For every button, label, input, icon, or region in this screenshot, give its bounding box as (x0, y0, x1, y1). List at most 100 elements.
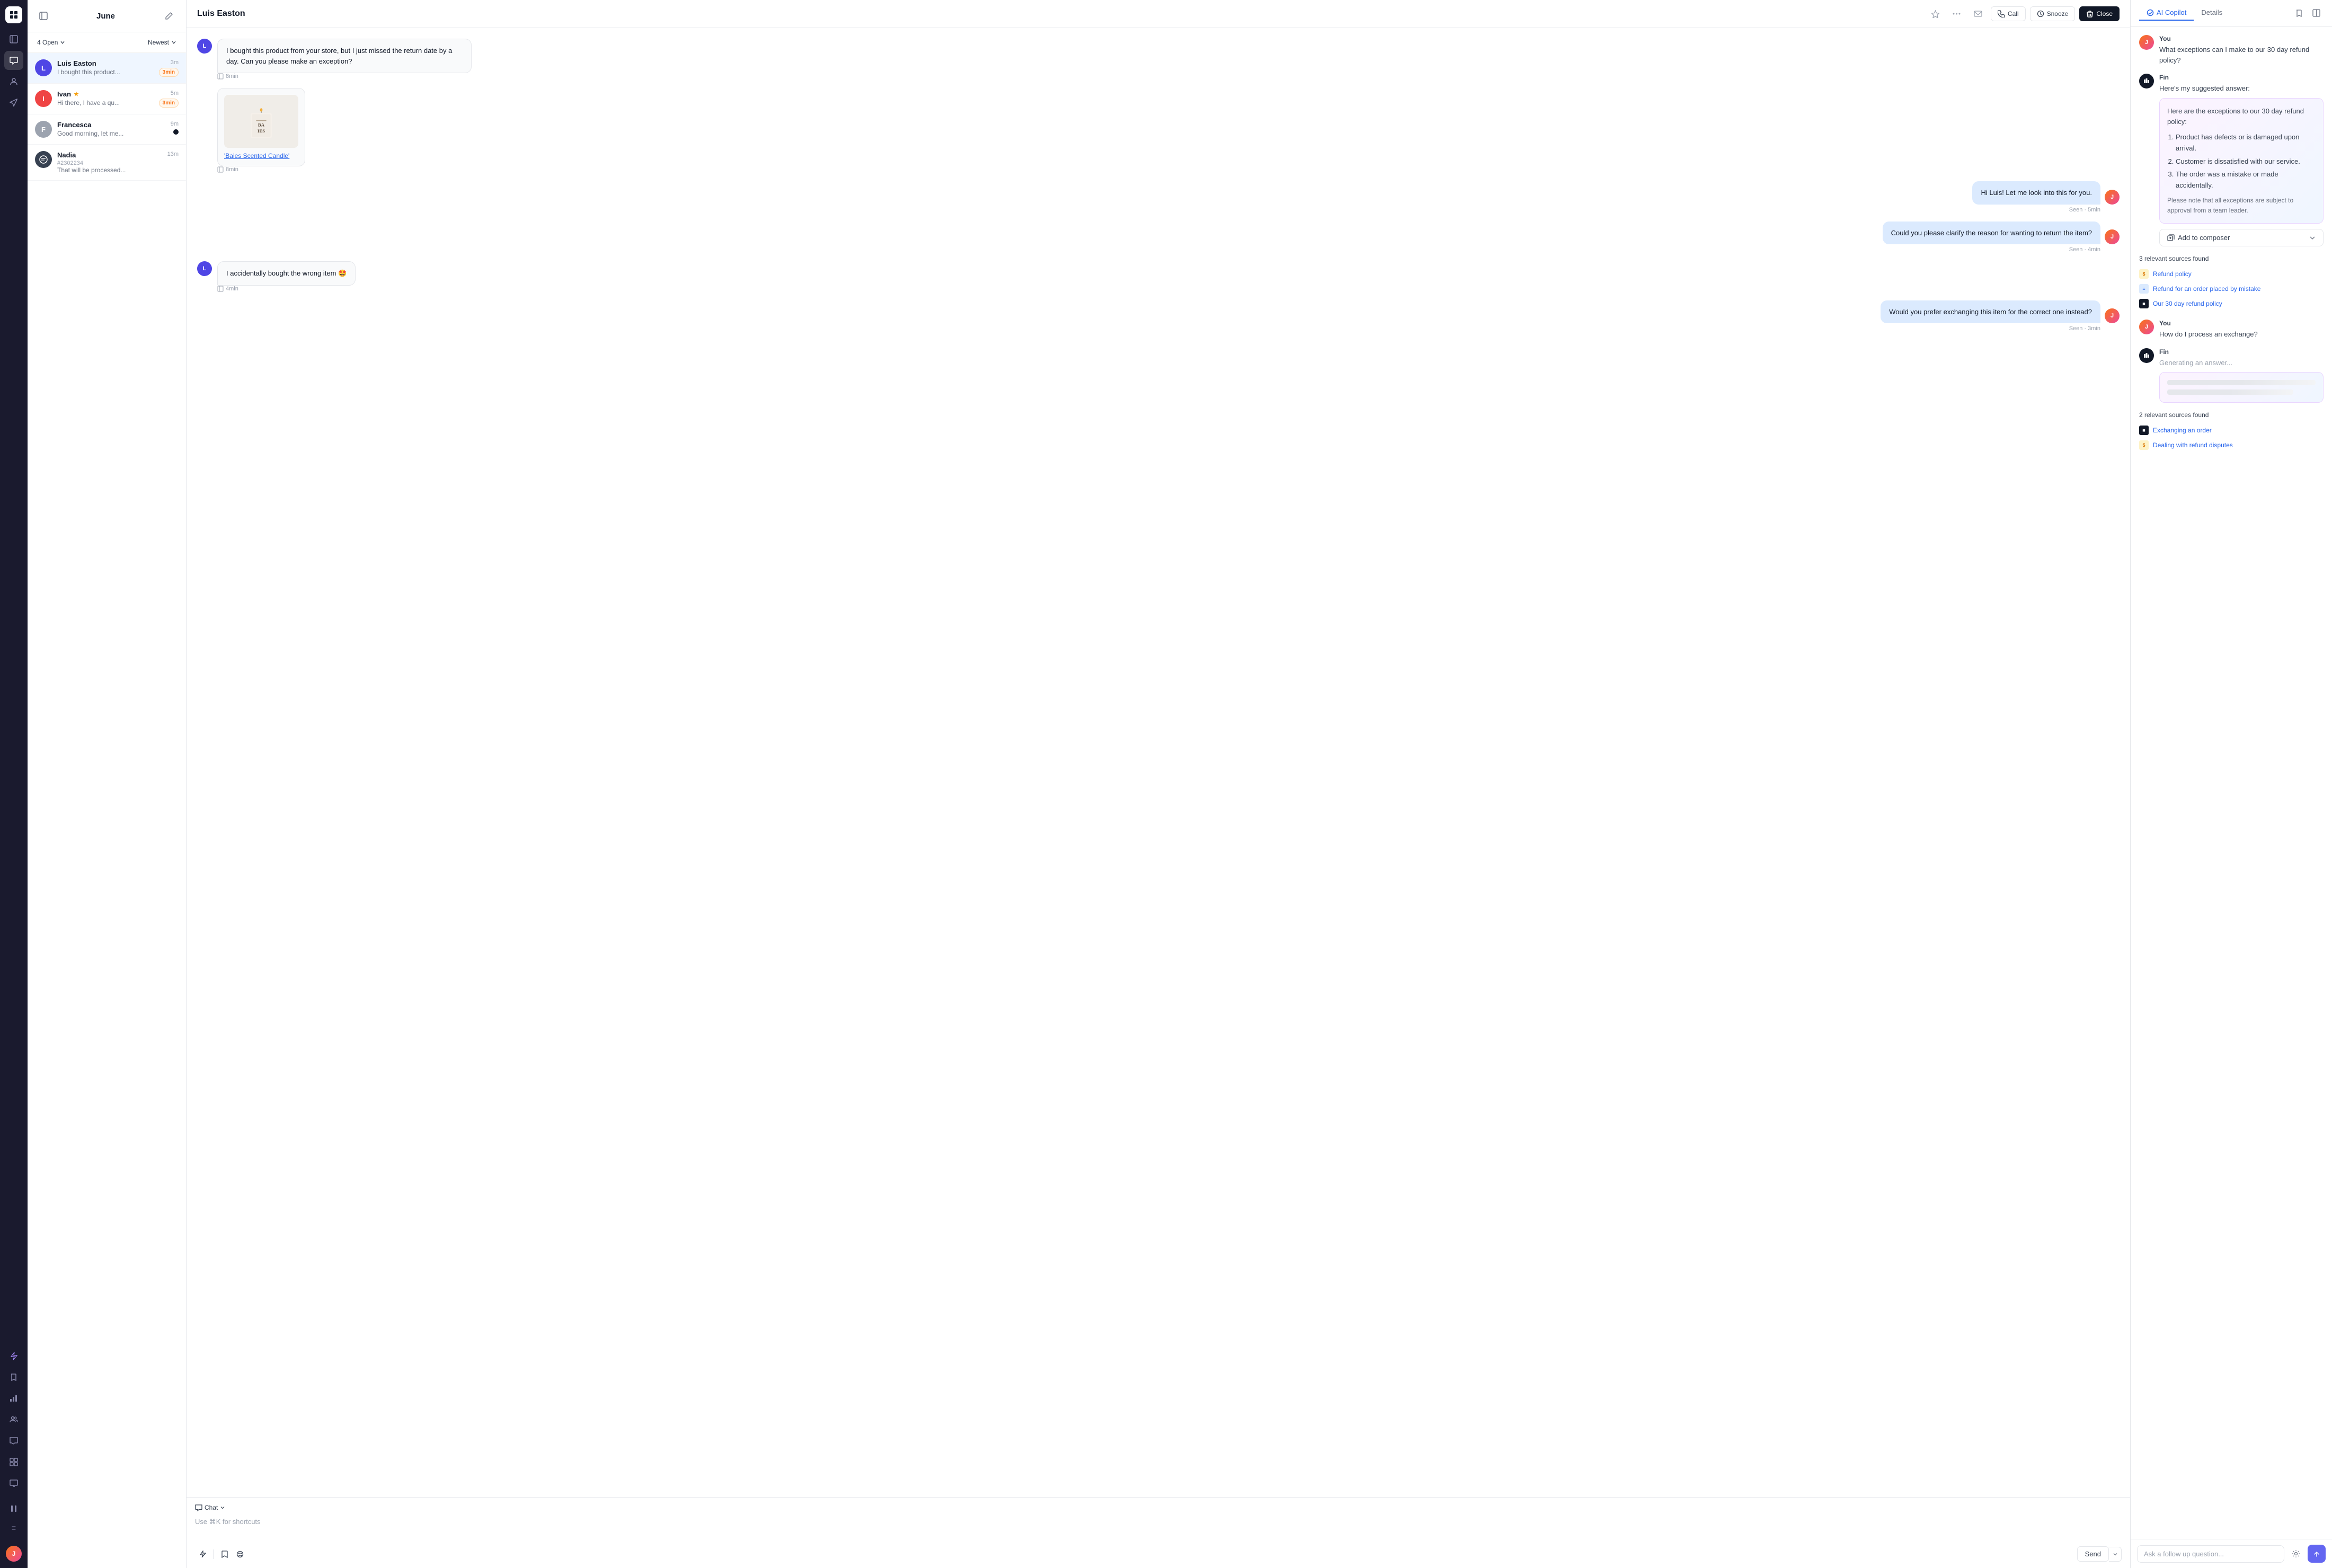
star-icon: ★ (74, 91, 79, 98)
nav-item-messages[interactable] (4, 1431, 23, 1450)
ai-suggestion-list: Product has defects or is damaged upon a… (2176, 132, 2316, 191)
product-image: BA ÏES (224, 95, 298, 148)
conv-item-ivan[interactable]: I Ivan ★ Hi there, I have a qu... 5m 3mi… (28, 84, 186, 114)
ai-user-avatar-2: J (2139, 320, 2154, 334)
toolbar-divider (213, 1549, 214, 1559)
conv-avatar-luis: L (35, 59, 52, 76)
ai-followup-input[interactable] (2137, 1545, 2284, 1563)
send-button[interactable]: Send (2077, 1546, 2109, 1562)
tab-details[interactable]: Details (2194, 5, 2230, 21)
ai-panel-icon-group (2292, 6, 2324, 21)
app-title: June (96, 12, 115, 21)
nav-item-users[interactable] (4, 1410, 23, 1429)
sort-filter-button[interactable]: Newest (145, 37, 180, 48)
send-dropdown-button[interactable] (2109, 1547, 2122, 1562)
ai-layout-icon[interactable] (2309, 6, 2324, 21)
conv-content-francesca: Francesca Good morning, let me... (57, 121, 165, 137)
sources-section-2: 2 relevant sources found ■ Exchanging an… (2139, 411, 2324, 453)
ai-content: J You What exceptions can I make to our … (2131, 26, 2332, 1539)
msg-avatar-luis-1: L (197, 39, 212, 54)
source-item-refund-mistake[interactable]: ≡ Refund for an order placed by mistake (2139, 281, 2324, 296)
edit-icon-button[interactable] (161, 7, 178, 24)
bubble-6: Would you prefer exchanging this item fo… (1881, 300, 2100, 324)
call-button[interactable]: m1 Call (1991, 6, 2026, 21)
filter-row: 4 Open Newest (28, 32, 186, 53)
bubble-5: I accidentally bought the wrong item 🤩 (217, 261, 356, 286)
msg-avatar-agent-3: J (2105, 308, 2120, 323)
lightning-icon[interactable] (195, 1547, 210, 1562)
conv-item-luis[interactable]: L Luis Easton I bought this product... 3… (28, 53, 186, 84)
user-avatar[interactable]: J (6, 1546, 22, 1562)
ai-book-icon[interactable] (2292, 6, 2307, 21)
composer-tools: Send (195, 1546, 2122, 1562)
composer-header: Chat (195, 1504, 2122, 1511)
source-item-refund-disputes[interactable]: $ Dealing with refund disputes (2139, 438, 2324, 453)
chat-user-name: Luis Easton (197, 9, 245, 19)
ai-msg-fin-2: Fin Generating an answer... (2139, 348, 2324, 403)
bubble-1: I bought this product from your store, b… (217, 39, 472, 73)
chat-area: Luis Easton m1 Call Snooze (187, 0, 2131, 1568)
nav-item-pause[interactable] (4, 1499, 23, 1518)
msg-avatar-luis-2: L (197, 261, 212, 276)
bookmark-icon[interactable] (217, 1547, 232, 1562)
ai-settings-button[interactable] (2289, 1546, 2303, 1561)
ai-tabs: AI Copilot Details (2139, 5, 2230, 21)
conv-content-ivan: Ivan ★ Hi there, I have a qu... (57, 90, 154, 107)
sidebar-toggle-button[interactable] (36, 8, 51, 23)
nav-item-sidebar[interactable] (4, 30, 23, 49)
composer-icon-group (195, 1547, 247, 1562)
ai-footer (2131, 1539, 2332, 1568)
star-button[interactable] (1927, 5, 1944, 22)
add-to-composer-button[interactable]: Add to composer (2159, 229, 2324, 246)
app-logo[interactable] (5, 6, 22, 23)
ai-fin-avatar-1 (2139, 74, 2154, 88)
source-item-exchange[interactable]: ■ Exchanging an order (2139, 423, 2324, 438)
msg-avatar-agent-1: J (2105, 190, 2120, 205)
composer-type-selector[interactable]: Chat (195, 1504, 225, 1511)
product-card: BA ÏES 'Baies Scented Candle' (217, 88, 305, 166)
msg-outgoing-1: Hi Luis! Let me look into this for you. … (197, 181, 2120, 213)
nav-item-contacts[interactable] (4, 72, 23, 91)
close-button[interactable]: Close (2079, 6, 2120, 21)
source-icon-yellow-2: $ (2139, 440, 2149, 450)
chat-composer: Chat Use ⌘K for shortcuts (187, 1497, 2130, 1568)
conv-item-francesca[interactable]: F Francesca Good morning, let me... 9m (28, 114, 186, 145)
conv-content-luis: Luis Easton I bought this product... (57, 59, 154, 76)
chat-actions: m1 Call Snooze Close (1927, 5, 2120, 22)
nav-item-send[interactable] (4, 93, 23, 112)
bubble-4: Could you please clarify the reason for … (1883, 222, 2100, 245)
source-icon-blue-1: ≡ (2139, 284, 2149, 294)
ai-panel-header: AI Copilot Details (2131, 0, 2332, 26)
nav-item-monitor[interactable] (4, 1474, 23, 1493)
email-button[interactable] (1970, 5, 1987, 22)
ai-send-button[interactable] (2308, 1545, 2326, 1563)
composer-input-area[interactable]: Use ⌘K for shortcuts (195, 1516, 2122, 1542)
source-item-refund-policy[interactable]: $ Refund policy (2139, 267, 2324, 281)
msg-product-card: BA ÏES 'Baies Scented Candle' (197, 88, 2120, 173)
conv-badge-luis: 3min (159, 68, 179, 77)
msg-outgoing-3: Would you prefer exchanging this item fo… (197, 300, 2120, 332)
snooze-button[interactable]: Snooze (2030, 6, 2076, 21)
msg-outgoing-2: Could you please clarify the reason for … (197, 222, 2120, 253)
nav-item-menu[interactable]: ≡ (4, 1518, 23, 1537)
more-button[interactable] (1948, 5, 1965, 22)
emoji-icon[interactable] (233, 1547, 247, 1562)
nav-item-inbox[interactable] (4, 51, 23, 70)
source-icon-dark-1: ■ (2139, 299, 2149, 308)
chat-messages: L I bought this product from your store,… (187, 28, 2130, 1497)
conv-avatar-nadia (35, 151, 52, 168)
msg-avatar-agent-2: J (2105, 229, 2120, 244)
product-name[interactable]: 'Baies Scented Candle' (224, 152, 298, 160)
tab-ai-copilot[interactable]: AI Copilot (2139, 5, 2194, 21)
open-filter-button[interactable]: 4 Open (34, 37, 68, 48)
conv-item-nadia[interactable]: Nadia #2302234 That will be processed...… (28, 145, 186, 181)
ai-msg-user-1: J You What exceptions can I make to our … (2139, 35, 2324, 65)
source-item-30day-policy[interactable]: ■ Our 30 day refund policy (2139, 296, 2324, 311)
nav-item-apps[interactable] (4, 1452, 23, 1472)
nav-item-chart[interactable] (4, 1389, 23, 1408)
nav-item-book[interactable] (4, 1368, 23, 1387)
nav-item-bolt[interactable] (4, 1346, 23, 1366)
conversations-panel: June 4 Open Newest L (28, 0, 187, 1568)
chat-header: Luis Easton m1 Call Snooze (187, 0, 2130, 28)
conv-avatar-francesca: F (35, 121, 52, 138)
